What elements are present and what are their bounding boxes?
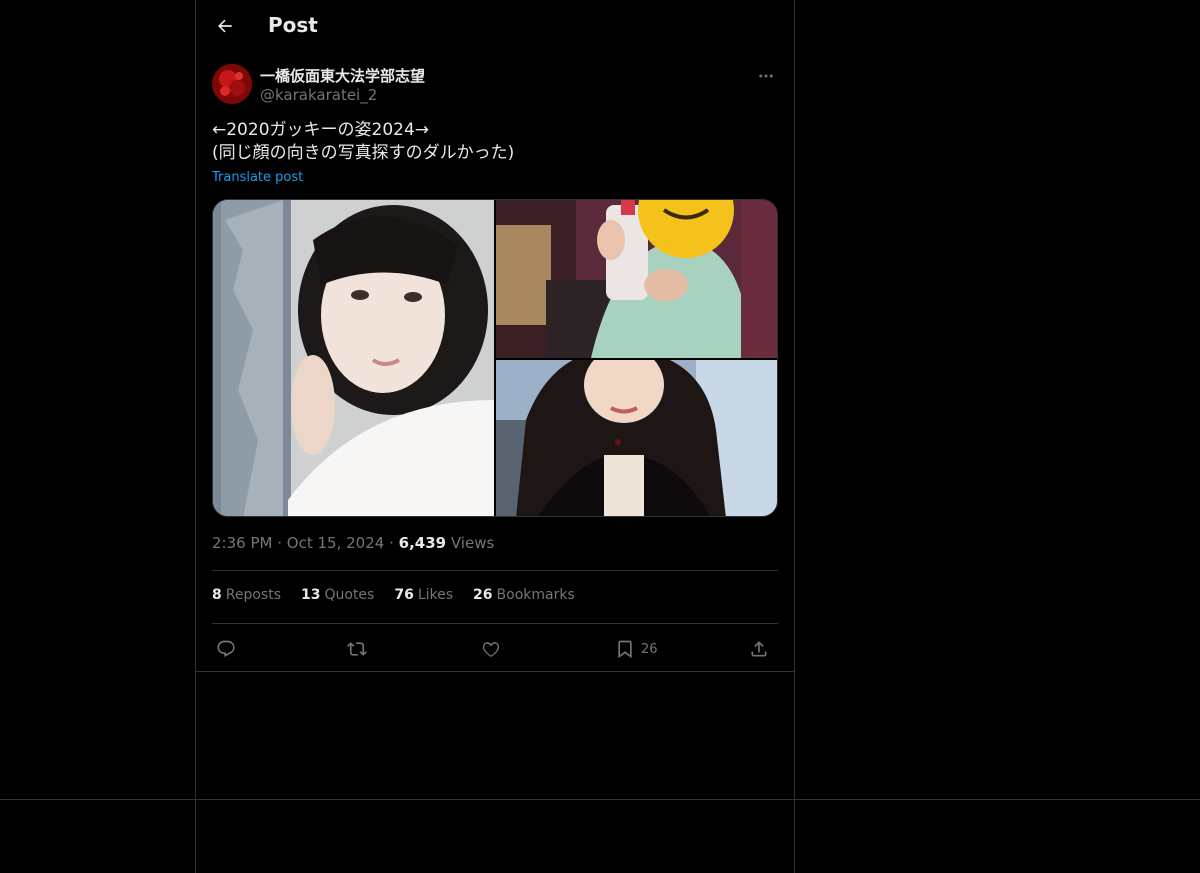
views-count: 6,439: [398, 534, 447, 552]
repost-icon: [347, 642, 367, 656]
main-column: Post 一橋仮面東大法学部志望 @karakaratei_2 ←2020ガッキ…: [195, 0, 795, 873]
share-button[interactable]: [749, 634, 775, 664]
page-header: Post: [196, 0, 794, 53]
post-bottom-border: [196, 671, 794, 672]
stat-label: Quotes: [324, 587, 375, 603]
post-time[interactable]: 2:36 PM: [212, 534, 272, 552]
post-photo-1[interactable]: [213, 200, 494, 516]
bookmark-button[interactable]: 26: [615, 634, 658, 664]
author-display-name[interactable]: 一橋仮面東大法学部志望: [260, 65, 425, 86]
stat-bookmarks[interactable]: 26 Bookmarks: [473, 587, 575, 609]
arrow-left-icon: [218, 19, 232, 33]
heart-icon: [482, 642, 500, 658]
page-title: Post: [268, 13, 318, 37]
repost-button[interactable]: [347, 634, 373, 664]
post-meta: 2:36 PM · Oct 15, 2024 · 6,439 Views: [212, 534, 494, 552]
stat-likes[interactable]: 76 Likes: [394, 587, 453, 609]
photo-image: [496, 360, 777, 516]
stat-count: 26: [473, 587, 493, 603]
page: Post 一橋仮面東大法学部志望 @karakaratei_2 ←2020ガッキ…: [0, 0, 1200, 873]
post-date[interactable]: Oct 15, 2024: [287, 534, 385, 552]
post-text-line: (同じ顔の向きの写真探すのダルかった): [212, 143, 515, 163]
post-media: [212, 199, 778, 517]
stat-label: Likes: [417, 587, 454, 603]
more-icon: [759, 74, 773, 78]
photo-image: [213, 200, 494, 516]
like-button[interactable]: [481, 634, 507, 664]
meta-separator: ·: [277, 534, 283, 552]
more-options-button[interactable]: [754, 64, 778, 88]
post-author: 一橋仮面東大法学部志望 @karakaratei_2: [212, 64, 778, 108]
reply-icon: [217, 640, 235, 658]
stat-count: 76: [394, 587, 414, 603]
bookmark-count: 26: [641, 641, 658, 657]
divider: [212, 623, 778, 624]
views-label: Views: [450, 534, 495, 552]
action-bar: 26: [212, 634, 778, 664]
translate-post-link[interactable]: Translate post: [212, 170, 303, 185]
stat-label: Reposts: [225, 587, 281, 603]
divider: [212, 570, 778, 571]
stat-label: Bookmarks: [496, 587, 575, 603]
share-icon: [751, 641, 767, 657]
avatar-image: [212, 64, 252, 104]
author-handle[interactable]: @karakaratei_2: [260, 86, 377, 104]
photo-image: [496, 200, 777, 358]
post-text-line: ←2020ガッキーの姿2024→: [212, 120, 430, 140]
stat-count: 13: [301, 587, 321, 603]
reply-button[interactable]: [216, 634, 242, 664]
stat-count: 8: [212, 587, 222, 603]
bookmark-icon: [618, 640, 632, 659]
post-stats: 8 Reposts 13 Quotes 76 Likes 26 Bookmarks: [212, 587, 778, 609]
meta-separator: ·: [389, 534, 394, 552]
stat-reposts[interactable]: 8 Reposts: [212, 587, 281, 609]
stat-quotes[interactable]: 13 Quotes: [301, 587, 374, 609]
back-button[interactable]: [208, 9, 242, 43]
avatar[interactable]: [212, 64, 252, 104]
post-text: ←2020ガッキーの姿2024→ (同じ顔の向きの写真探すのダルかった): [212, 119, 778, 165]
post-photo-2[interactable]: [496, 200, 777, 358]
post-photo-3[interactable]: [496, 360, 777, 516]
